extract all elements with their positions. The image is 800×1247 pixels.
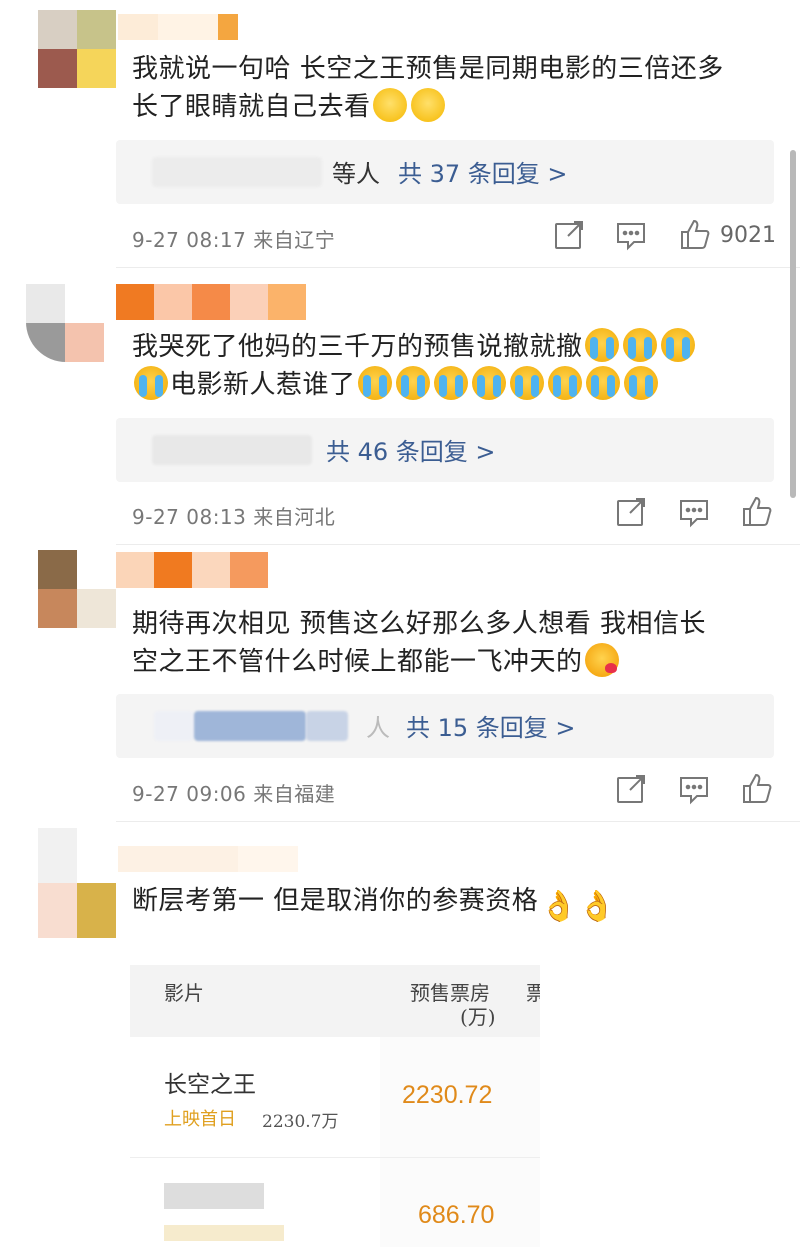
reply-count-link[interactable]: 共 37 条回复 > — [398, 154, 568, 189]
divider — [116, 544, 800, 545]
comment-text-line: 长了眼睛就自己去看 — [132, 92, 371, 122]
like-count: 9021 — [720, 223, 776, 248]
comment-meta: 9-27 09:06 来自福建 — [132, 778, 335, 807]
comment-text-line: 我就说一句哈 长空之王预售是同期电影的三倍还多 — [132, 54, 724, 84]
table-header-partial: 票 — [526, 981, 540, 1005]
crying-face-icon — [357, 366, 392, 400]
crying-face-icon — [395, 366, 430, 400]
comment-meta: 9-27 08:17 来自辽宁 — [132, 224, 335, 253]
presale-value: 2230.72 — [402, 1081, 493, 1109]
location: 来自河北 — [253, 505, 336, 529]
crying-face-icon — [623, 366, 658, 400]
crying-face-icon — [585, 366, 620, 400]
release-tag-blurred — [164, 1225, 284, 1241]
avatar[interactable] — [38, 550, 116, 628]
like-icon[interactable] — [740, 772, 774, 806]
release-tag: 上映首日 — [164, 1109, 236, 1130]
reply-username-blurred — [152, 435, 312, 465]
comment-image[interactable]: 影片 预售票房 (万) 票 长空之王 上映首日 2230.7万 2230.72 … — [130, 925, 540, 1247]
divider — [116, 821, 800, 822]
share-icon[interactable] — [614, 495, 648, 529]
location: 来自辽宁 — [253, 228, 336, 252]
presale-value: 686.70 — [418, 1201, 495, 1229]
film-title: 长空之王 — [164, 1072, 256, 1098]
comment-text-line: 断层考第一 但是取消你的参赛资格 — [132, 886, 539, 916]
reply-preview[interactable]: 人 共 15 条回复 > — [116, 694, 774, 758]
reply-preview[interactable]: 共 46 条回复 > — [116, 418, 774, 482]
crying-face-icon — [471, 366, 506, 400]
comment-icon[interactable] — [677, 495, 711, 529]
avatar[interactable] — [26, 284, 104, 362]
reply-username-blurred — [154, 711, 194, 741]
crying-face-icon — [622, 328, 657, 362]
timestamp: 9-27 08:13 — [132, 505, 247, 529]
comment-text: 期待再次相见 预售这么好那么多人想看 我相信长 空之王不管什么时候上都能一飞冲天… — [132, 605, 772, 681]
crying-face-icon — [134, 366, 168, 400]
crying-face-icon — [547, 366, 582, 400]
table-header-unit: (万) — [460, 1005, 496, 1029]
reply-username-blurred — [152, 157, 322, 187]
timestamp: 9-27 09:06 — [132, 782, 247, 806]
username-blurred[interactable] — [118, 846, 298, 872]
reply-prefix: 等人 — [332, 160, 380, 188]
film-title-blurred — [164, 1183, 264, 1209]
username-blurred[interactable] — [118, 14, 238, 40]
timestamp: 9-27 08:17 — [132, 228, 247, 252]
comment-text: 断层考第一 但是取消你的参赛资格👌👌 — [132, 882, 772, 924]
ok-hand-icon: 👌 — [540, 889, 579, 924]
username-blurred[interactable] — [116, 284, 306, 320]
reply-prefix: 人 — [366, 714, 390, 742]
table-header-film: 影片 — [164, 981, 204, 1005]
like-icon[interactable] — [678, 218, 712, 252]
share-icon[interactable] — [552, 218, 586, 252]
avatar[interactable] — [38, 10, 116, 88]
comment-text: 我哭死了他妈的三千万的预售说撤就撤 电影新人惹谁了 — [132, 328, 772, 404]
comment-text-line: 电影新人惹谁了 — [170, 370, 356, 400]
share-icon[interactable] — [614, 772, 648, 806]
comment-icon[interactable] — [677, 772, 711, 806]
reply-username-blurred — [194, 711, 306, 741]
reply-count-link[interactable]: 共 46 条回复 > — [326, 432, 496, 467]
crying-face-icon — [584, 328, 619, 362]
first-day-value: 2230.7万 — [262, 1112, 339, 1132]
crying-face-icon — [433, 366, 468, 400]
reply-count-link[interactable]: 共 15 条回复 > — [406, 708, 576, 743]
comment-text-line: 期待再次相见 预售这么好那么多人想看 我相信长 — [132, 609, 707, 639]
kiss-face-icon — [584, 643, 619, 677]
shy-face-icon — [410, 88, 445, 122]
reply-username-blurred — [306, 711, 348, 741]
reply-preview[interactable]: 等人 共 37 条回复 > — [116, 140, 774, 204]
scrollbar[interactable] — [790, 150, 796, 498]
crying-face-icon — [660, 328, 695, 362]
avatar[interactable] — [38, 828, 116, 938]
comment-text-line: 我哭死了他妈的三千万的预售说撤就撤 — [132, 332, 583, 362]
like-icon[interactable] — [740, 495, 774, 529]
location: 来自福建 — [253, 782, 336, 806]
ok-hand-icon: 👌 — [578, 889, 617, 924]
row-divider — [130, 1157, 540, 1158]
crying-face-icon — [509, 366, 544, 400]
comment-text: 我就说一句哈 长空之王预售是同期电影的三倍还多 长了眼睛就自己去看 — [132, 50, 772, 126]
comment-icon[interactable] — [614, 218, 648, 252]
comment-text-line: 空之王不管什么时候上都能一飞冲天的 — [132, 647, 583, 677]
divider — [116, 267, 800, 268]
comment-meta: 9-27 08:13 来自河北 — [132, 501, 335, 530]
shy-face-icon — [372, 88, 407, 122]
username-blurred[interactable] — [116, 552, 268, 588]
